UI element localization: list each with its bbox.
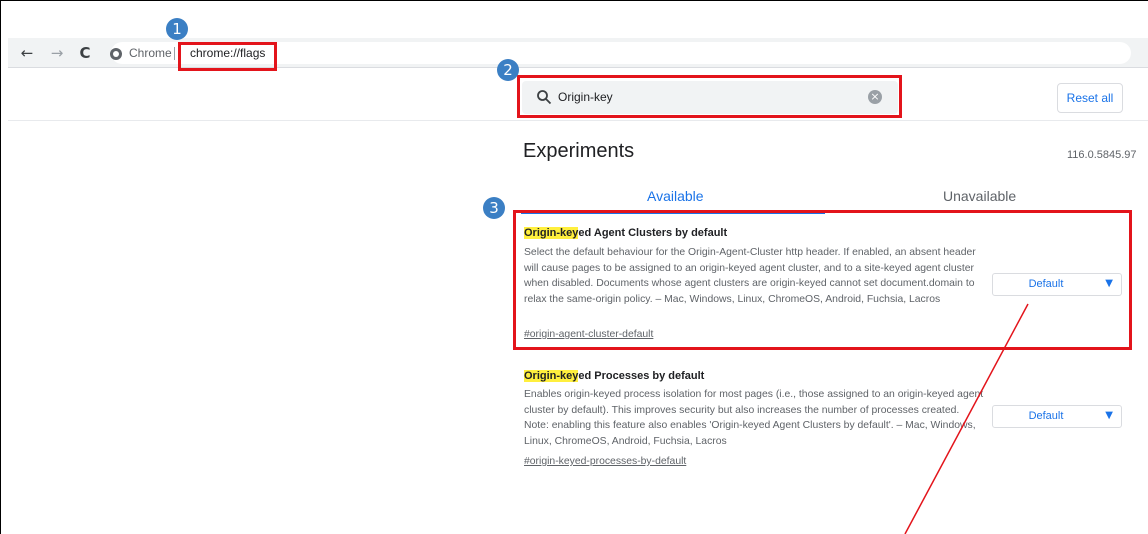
select-value: Default	[1028, 410, 1064, 422]
experiment-state-select[interactable]: Default ▼	[992, 273, 1122, 296]
select-value: Default	[1028, 278, 1064, 290]
experiment-description: Select the default behaviour for the Ori…	[524, 247, 976, 305]
forward-arrow-icon[interactable]: →	[48, 44, 66, 62]
experiment-title-rest: ed Processes by default	[578, 370, 705, 382]
experiment-title-rest: ed Agent Clusters by default	[578, 227, 728, 239]
chrome-label: Chrome	[129, 46, 172, 60]
experiment-title: Origin-keyed Processes by default	[524, 370, 704, 382]
tab-available[interactable]: Available	[647, 188, 704, 204]
chevron-down-icon: ▼	[1105, 278, 1113, 289]
step-3-badge: 3	[483, 197, 505, 219]
url-text[interactable]: chrome://flags	[190, 46, 265, 60]
experiment-state-select[interactable]: Default ▼	[992, 405, 1122, 428]
reset-all-button[interactable]: Reset all	[1057, 83, 1123, 113]
search-highlight: Origin-key	[524, 227, 579, 239]
search-value[interactable]: Origin-key	[558, 90, 613, 104]
search-icon	[537, 90, 552, 105]
active-tab-indicator	[521, 211, 825, 214]
search-highlight: Origin-key	[524, 370, 579, 382]
reload-icon[interactable]: C	[76, 44, 94, 62]
step-1-badge: 1	[166, 18, 188, 40]
experiment-link[interactable]: #origin-keyed-processes-by-default	[524, 456, 686, 467]
version-label: 116.0.5845.97	[1067, 149, 1137, 161]
experiment-title: Origin-keyed Agent Clusters by default	[524, 227, 727, 239]
clear-search-icon[interactable]: ×	[868, 90, 882, 104]
chevron-down-icon: ▼	[1105, 410, 1113, 421]
page-title: Experiments	[523, 140, 635, 162]
omnibox-divider	[174, 47, 175, 60]
header-divider	[8, 120, 1148, 121]
browser-toolbar: ← → C	[8, 38, 1148, 68]
experiment-link[interactable]: #origin-agent-cluster-default	[524, 329, 653, 340]
experiment-description: Enables origin-keyed process isolation f…	[524, 389, 984, 447]
chrome-icon	[110, 48, 122, 60]
tab-unavailable[interactable]: Unavailable	[943, 188, 1016, 204]
back-arrow-icon[interactable]: ←	[18, 44, 36, 62]
step-2-badge: 2	[497, 59, 519, 81]
